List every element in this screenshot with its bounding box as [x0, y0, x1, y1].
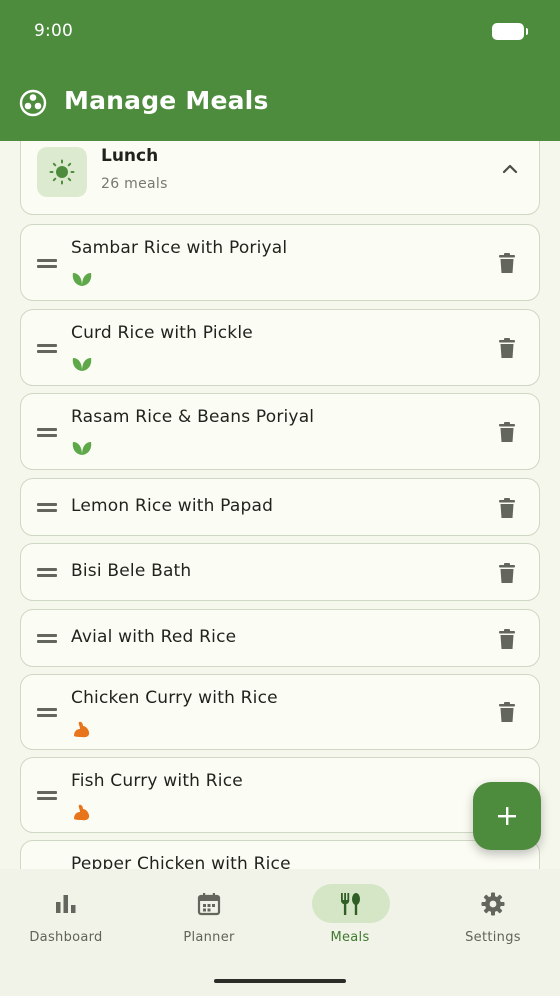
delete-icon[interactable]	[499, 338, 515, 358]
battery-icon	[492, 23, 528, 40]
drag-handle-icon[interactable]	[37, 503, 57, 513]
delete-icon[interactable]	[499, 253, 515, 273]
vegetarian-leaf-icon	[72, 442, 92, 455]
meal-item[interactable]: Curd Rice with Pickle	[20, 309, 540, 386]
add-meal-button[interactable]	[473, 782, 541, 850]
meal-item[interactable]: Fish Curry with Rice	[20, 757, 540, 833]
drag-handle-icon[interactable]	[37, 344, 57, 354]
delete-icon[interactable]	[499, 702, 515, 722]
nav-item-settings[interactable]: Settings	[423, 869, 560, 969]
meal-name: Sambar Rice with Poriyal	[71, 238, 288, 258]
drag-handle-icon[interactable]	[37, 568, 57, 578]
delete-icon[interactable]	[499, 563, 515, 583]
delete-icon[interactable]	[499, 498, 515, 518]
nav-item-dashboard[interactable]: Dashboard	[0, 869, 136, 969]
meal-name: Lemon Rice with Papad	[71, 496, 274, 516]
drag-handle-icon[interactable]	[37, 259, 57, 269]
meal-item[interactable]: Avial with Red Rice	[20, 609, 540, 667]
drag-handle-icon[interactable]	[37, 428, 57, 438]
bar-chart-icon	[56, 895, 76, 913]
drag-handle-icon[interactable]	[37, 791, 57, 801]
vegetarian-leaf-icon	[72, 358, 92, 371]
meal-name: Fish Curry with Rice	[71, 771, 243, 791]
nav-label: Planner	[183, 930, 235, 945]
section-icon-box	[37, 147, 87, 197]
meal-name: Curd Rice with Pickle	[71, 323, 253, 343]
section-title: Lunch	[101, 146, 159, 166]
meal-item[interactable]: Bisi Bele Bath	[20, 543, 540, 601]
meal-name: Bisi Bele Bath	[71, 561, 192, 581]
section-count: 26 meals	[101, 176, 168, 192]
meal-list[interactable]: Lunch 26 meals Sambar Rice with Poriyal …	[0, 141, 560, 869]
drag-handle-icon[interactable]	[37, 708, 57, 718]
meal-name: Chicken Curry with Rice	[71, 688, 278, 708]
meal-item[interactable]: Chicken Curry with Rice	[20, 674, 540, 750]
section-header-lunch[interactable]: Lunch 26 meals	[20, 141, 540, 215]
fork-spoon-icon	[341, 893, 360, 915]
home-indicator	[214, 979, 346, 983]
nav-label: Dashboard	[29, 930, 103, 945]
vegetarian-leaf-icon	[72, 273, 92, 286]
bowl-logo-icon	[19, 89, 47, 117]
meal-item[interactable]: Pepper Chicken with Rice	[20, 840, 540, 869]
status-time: 9:00	[34, 21, 73, 41]
calendar-icon	[197, 893, 221, 916]
bottom-navigation: Dashboard Planner Meals Settings	[0, 869, 560, 996]
plus-icon	[498, 807, 516, 825]
chevron-up-icon[interactable]	[501, 160, 519, 178]
sun-icon	[49, 159, 75, 185]
meal-item[interactable]: Sambar Rice with Poriyal	[20, 224, 540, 301]
protein-arm-icon	[74, 721, 90, 738]
delete-icon[interactable]	[499, 422, 515, 442]
nav-item-meals[interactable]: Meals	[280, 869, 420, 969]
meal-item[interactable]: Lemon Rice with Papad	[20, 478, 540, 536]
meal-item[interactable]: Rasam Rice & Beans Poriyal	[20, 393, 540, 470]
meal-name: Pepper Chicken with Rice	[71, 854, 291, 869]
protein-arm-icon	[74, 804, 90, 821]
delete-icon[interactable]	[499, 629, 515, 649]
meal-name: Rasam Rice & Beans Poriyal	[71, 407, 315, 427]
gear-icon	[481, 892, 505, 916]
nav-label: Meals	[330, 930, 370, 945]
nav-item-planner[interactable]: Planner	[139, 869, 279, 969]
drag-handle-icon[interactable]	[37, 634, 57, 644]
meal-name: Avial with Red Rice	[71, 627, 237, 647]
page-title: Manage Meals	[64, 86, 269, 115]
app-bar: 9:00 Manage Meals	[0, 0, 560, 141]
nav-label: Settings	[465, 930, 521, 945]
